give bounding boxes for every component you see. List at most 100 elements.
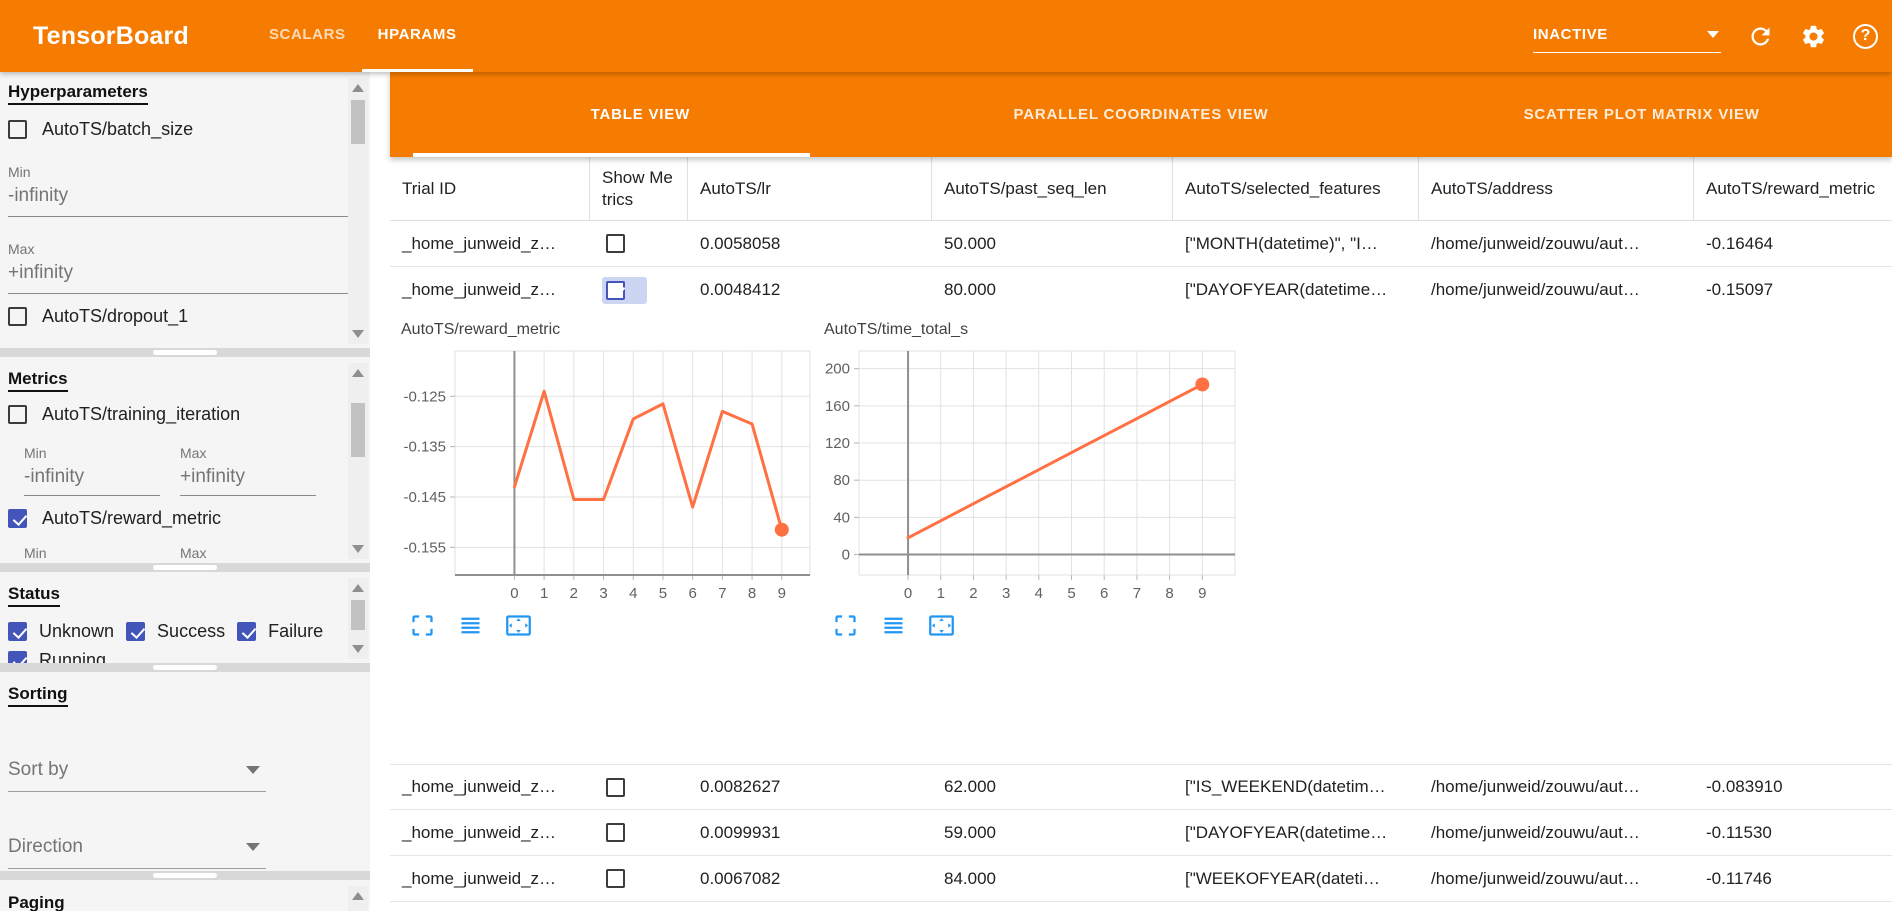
trial-id-cell: _home_junweid_z…: [390, 765, 590, 809]
fit-to-view-icon[interactable]: [505, 612, 532, 639]
status-failure-checkbox[interactable]: Failure: [237, 621, 323, 642]
app-logo: TensorBoard: [33, 22, 189, 51]
scrollbar[interactable]: [348, 578, 368, 659]
svg-text:9: 9: [1198, 585, 1206, 602]
sort-by-placeholder: Sort by: [8, 759, 68, 781]
checkbox-icon: [237, 622, 256, 641]
column-header-address[interactable]: AutoTS/address: [1419, 157, 1694, 220]
chevron-down-icon: [1707, 31, 1719, 38]
scroll-down-icon[interactable]: [348, 541, 368, 557]
view-tab-bar: TABLE VIEW PARALLEL COORDINATES VIEW SCA…: [390, 72, 1892, 157]
show-metrics-cell: [590, 810, 688, 855]
checkbox-label: Success: [157, 621, 225, 642]
scrollbar[interactable]: [348, 78, 368, 344]
checkbox-icon: [606, 234, 625, 253]
svg-text:1: 1: [540, 585, 548, 602]
tab-scalars[interactable]: SCALARS: [253, 0, 362, 72]
column-header-show-metrics[interactable]: Show Metrics: [590, 157, 688, 220]
hparam-batch-size-checkbox[interactable]: AutoTS/batch_size: [8, 119, 348, 140]
maximize-icon[interactable]: [409, 612, 436, 639]
min-input[interactable]: -infinity: [24, 466, 160, 496]
selected-features-cell: ["DAYOFYEAR(datetime…: [1173, 810, 1419, 855]
column-header-selected-features[interactable]: AutoTS/selected_features: [1173, 157, 1419, 220]
scroll-up-icon[interactable]: [348, 888, 368, 904]
settings-gear-icon[interactable]: [1800, 23, 1827, 50]
maximize-icon[interactable]: [832, 612, 859, 639]
scroll-down-icon[interactable]: [348, 326, 368, 342]
app-header: TensorBoard SCALARS HPARAMS INACTIVE ?: [0, 0, 1892, 72]
scrollbar-thumb[interactable]: [351, 600, 365, 630]
metric-training-iteration-checkbox[interactable]: AutoTS/training_iteration: [8, 404, 348, 425]
past-seq-len-cell: 50.000: [932, 221, 1173, 266]
fit-to-view-icon[interactable]: [928, 612, 955, 639]
scroll-up-icon[interactable]: [348, 80, 368, 96]
run-status-value: INACTIVE: [1533, 26, 1608, 43]
svg-text:9: 9: [778, 585, 786, 602]
show-metrics-checkbox[interactable]: [602, 230, 629, 257]
tab-parallel-coordinates-view[interactable]: PARALLEL COORDINATES VIEW: [891, 72, 1392, 157]
svg-text:2: 2: [570, 585, 578, 602]
tab-scatter-plot-matrix-view[interactable]: SCATTER PLOT MATRIX VIEW: [1391, 72, 1892, 157]
max-input[interactable]: +infinity: [8, 262, 348, 294]
scroll-down-icon[interactable]: [348, 641, 368, 657]
past-seq-len-cell: 62.000: [932, 765, 1173, 809]
svg-text:8: 8: [748, 585, 756, 602]
panel-resize-handle[interactable]: [0, 871, 370, 880]
checkbox-label: AutoTS/dropout_1: [42, 306, 188, 327]
sort-by-select[interactable]: Sort by: [8, 759, 266, 792]
sorting-title: Sorting: [8, 684, 68, 707]
status-running-checkbox[interactable]: Running: [8, 650, 106, 663]
svg-text:8: 8: [1165, 585, 1173, 602]
column-header-reward-metric[interactable]: AutoTS/reward_metric: [1694, 157, 1892, 220]
lr-cell: 0.0067082: [688, 856, 932, 901]
chevron-down-icon: [246, 843, 260, 851]
selected-features-cell: ["WEEKOFYEAR(dateti…: [1173, 856, 1419, 901]
selected-features-cell: ["IS_WEEKEND(datetim…: [1173, 765, 1419, 809]
svg-text:160: 160: [825, 398, 850, 415]
scroll-up-icon[interactable]: [348, 365, 368, 381]
top-nav: SCALARS HPARAMS: [253, 0, 473, 72]
checkbox-label: Failure: [268, 621, 323, 642]
status-unknown-checkbox[interactable]: Unknown: [8, 621, 114, 642]
tensorboard-app: TensorBoard SCALARS HPARAMS INACTIVE ?: [0, 0, 1892, 911]
show-metrics-checkbox[interactable]: [602, 277, 647, 304]
scrollbar[interactable]: [348, 886, 368, 911]
show-metrics-checkbox[interactable]: [602, 774, 629, 801]
paging-title: Paging: [8, 893, 65, 911]
refresh-icon[interactable]: [1747, 23, 1774, 50]
column-header-lr[interactable]: AutoTS/lr: [688, 157, 932, 220]
panel-resize-handle[interactable]: [0, 348, 370, 357]
panel-resize-handle[interactable]: [0, 663, 370, 672]
checkbox-icon: [126, 622, 145, 641]
min-label: Min: [24, 445, 160, 461]
time-total-line-chart[interactable]: 040801201602000123456789: [818, 343, 1238, 605]
max-input[interactable]: +infinity: [180, 466, 316, 496]
scrollbar-thumb[interactable]: [351, 403, 365, 457]
column-header-trial-id[interactable]: Trial ID: [390, 157, 590, 220]
view-data-icon[interactable]: [880, 612, 907, 639]
show-metrics-cell: [590, 856, 688, 901]
scrollbar-thumb[interactable]: [351, 100, 365, 144]
panel-resize-handle[interactable]: [0, 563, 370, 572]
show-metrics-checkbox[interactable]: [602, 865, 629, 892]
scrollbar[interactable]: [348, 363, 368, 559]
checkbox-icon: [606, 869, 625, 888]
past-seq-len-cell: 59.000: [932, 810, 1173, 855]
run-status-select[interactable]: INACTIVE: [1533, 26, 1721, 53]
tab-hparams[interactable]: HPARAMS: [362, 0, 473, 72]
time-total-chart: AutoTS/time_total_s 04080120160200012345…: [818, 321, 1248, 639]
column-header-past-seq-len[interactable]: AutoTS/past_seq_len: [932, 157, 1173, 220]
svg-text:0: 0: [842, 547, 850, 564]
metric-reward-metric-checkbox[interactable]: AutoTS/reward_metric: [8, 508, 348, 529]
tab-table-view[interactable]: TABLE VIEW: [390, 72, 891, 157]
direction-select[interactable]: Direction: [8, 836, 266, 869]
show-metrics-checkbox[interactable]: [602, 819, 629, 846]
min-label: Min: [24, 545, 160, 561]
scroll-up-icon[interactable]: [348, 580, 368, 596]
min-input[interactable]: -infinity: [8, 185, 348, 217]
help-icon[interactable]: ?: [1853, 24, 1878, 49]
hparam-dropout-checkbox[interactable]: AutoTS/dropout_1: [8, 306, 348, 327]
view-data-icon[interactable]: [457, 612, 484, 639]
reward-metric-line-chart[interactable]: -0.125-0.135-0.145-0.1550123456789: [395, 343, 815, 605]
status-success-checkbox[interactable]: Success: [126, 621, 225, 642]
